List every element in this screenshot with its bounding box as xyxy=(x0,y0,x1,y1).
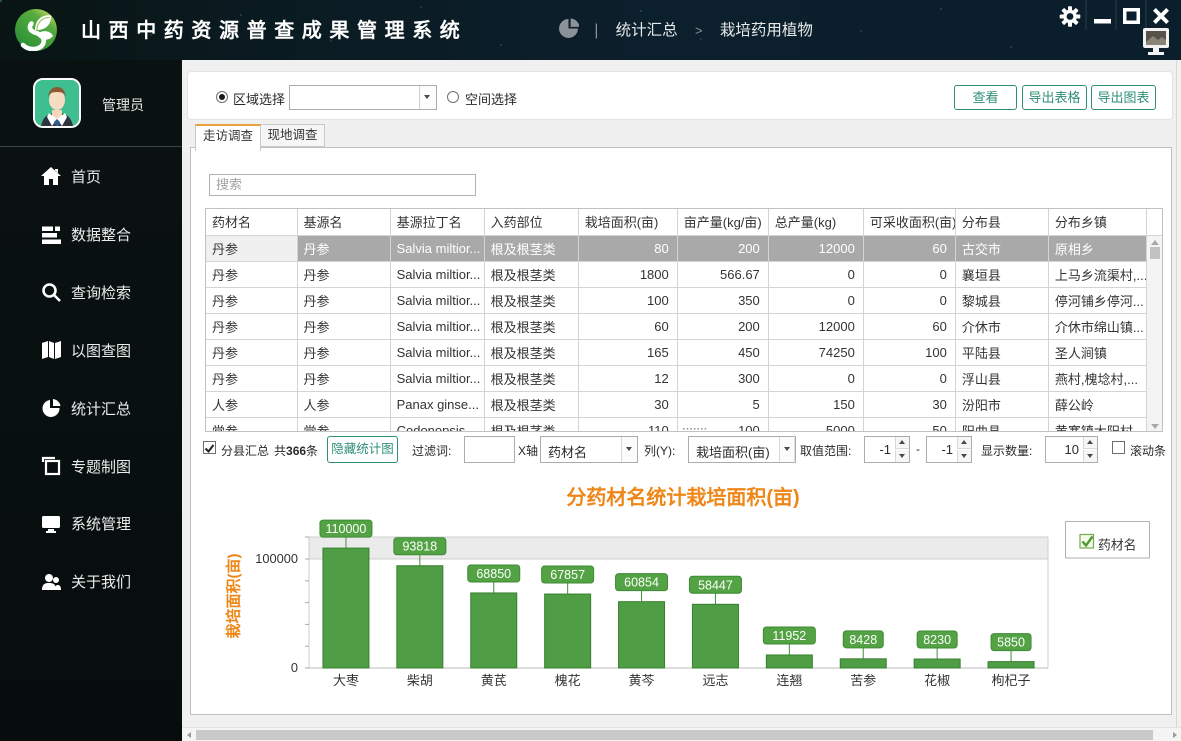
svg-text:60854: 60854 xyxy=(624,576,659,590)
svg-text:67857: 67857 xyxy=(550,568,585,582)
svg-text:68850: 68850 xyxy=(476,567,511,581)
svg-text:药材名: 药材名 xyxy=(1098,538,1136,553)
svg-text:110000: 110000 xyxy=(326,522,367,536)
svg-text:0: 0 xyxy=(291,660,298,675)
svg-text:8428: 8428 xyxy=(849,633,877,647)
svg-text:远志: 远志 xyxy=(702,673,728,688)
svg-text:100000: 100000 xyxy=(255,551,298,566)
svg-text:8230: 8230 xyxy=(923,633,951,647)
svg-text:58447: 58447 xyxy=(698,578,733,592)
svg-text:苦参: 苦参 xyxy=(850,673,876,688)
svg-text:连翘: 连翘 xyxy=(776,673,802,688)
svg-text:5850: 5850 xyxy=(997,636,1025,650)
svg-text:栽培面积(亩): 栽培面积(亩) xyxy=(225,554,243,639)
svg-text:11952: 11952 xyxy=(772,629,806,643)
svg-text:黄芪: 黄芪 xyxy=(481,673,507,688)
svg-text:分药材名统计栽培面积(亩): 分药材名统计栽培面积(亩) xyxy=(566,485,799,509)
svg-text:槐花: 槐花 xyxy=(555,673,581,688)
svg-text:花椒: 花椒 xyxy=(924,673,950,688)
svg-text:枸杞子: 枸杞子 xyxy=(992,673,1031,688)
svg-text:93818: 93818 xyxy=(402,540,437,554)
svg-text:大枣: 大枣 xyxy=(333,673,359,688)
svg-text:柴胡: 柴胡 xyxy=(407,673,433,688)
svg-text:黄芩: 黄芩 xyxy=(629,673,655,688)
